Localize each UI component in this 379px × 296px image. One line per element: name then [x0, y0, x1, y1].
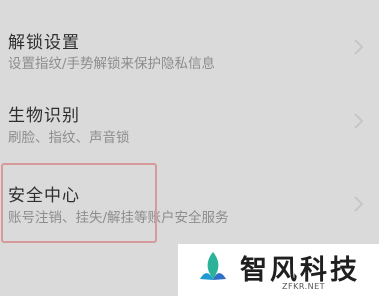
settings-item-subtitle: 刷脸、指纹、声音锁 — [8, 130, 130, 146]
settings-item-title: 安全中心 — [8, 186, 80, 206]
watermark: 智风科技 ZFKR.NET — [178, 244, 379, 296]
settings-item-title: 解锁设置 — [8, 33, 80, 53]
settings-item-unlock[interactable]: 解锁设置 设置指纹/手势解锁来保护隐私信息 — [0, 18, 379, 98]
chevron-right-icon — [353, 38, 365, 56]
settings-item-subtitle: 设置指纹/手势解锁来保护隐私信息 — [8, 56, 216, 72]
settings-item-biometrics[interactable]: 生物识别 刷脸、指纹、声音锁 — [0, 95, 379, 175]
chevron-right-icon — [353, 195, 365, 213]
settings-item-title: 生物识别 — [8, 106, 80, 126]
watermark-domain-text: ZFKR.NET — [282, 282, 326, 291]
settings-item-subtitle: 账号注销、挂失/解挂等账户安全服务 — [8, 210, 229, 226]
settings-screen: 解锁设置 设置指纹/手势解锁来保护隐私信息 生物识别 刷脸、指纹、声音锁 安全中… — [0, 0, 379, 296]
settings-item-security-center[interactable]: 安全中心 账号注销、挂失/解挂等账户安全服务 — [0, 175, 379, 255]
chevron-right-icon — [353, 112, 365, 130]
leaf-logo-icon — [198, 250, 228, 282]
